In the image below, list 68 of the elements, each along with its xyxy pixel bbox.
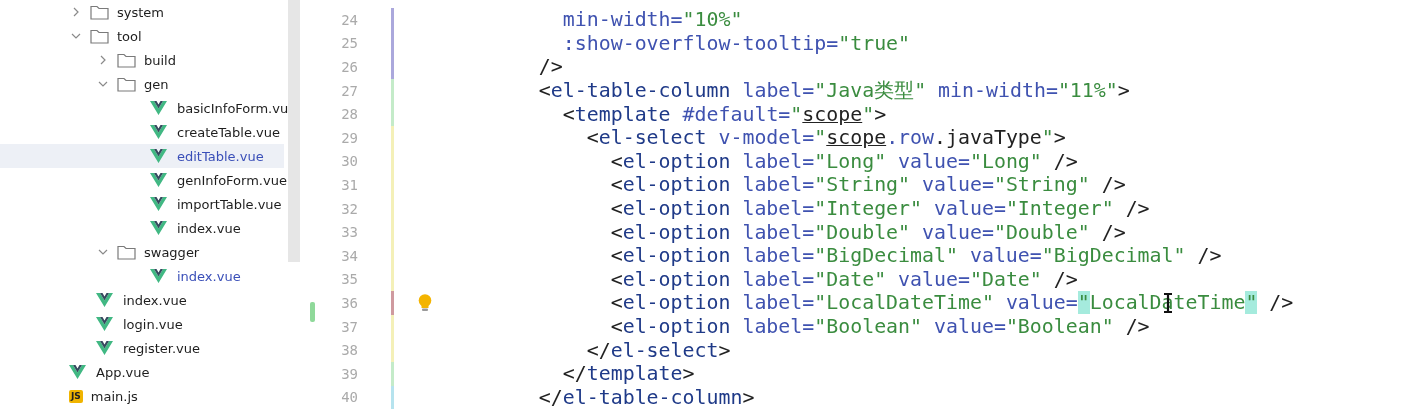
line-number: 27	[340, 82, 358, 99]
line-number: 36	[340, 294, 358, 311]
tree-item[interactable]: JS main.js	[0, 384, 284, 408]
folder-icon	[90, 28, 109, 44]
vue-file-icon	[96, 317, 113, 331]
code-line: </template>	[561, 362, 695, 386]
code-line: <el-option label="Long" value="Long" />	[609, 149, 1078, 173]
vue-file-icon	[69, 365, 86, 379]
line-number: 31	[340, 176, 358, 193]
folder-icon	[117, 76, 136, 92]
line-number: 29	[340, 129, 358, 146]
line-number: 33	[340, 224, 358, 241]
vue-file-icon	[150, 221, 167, 235]
code-line: </el-table-column>	[537, 385, 755, 409]
tree-item[interactable]: createTable.vue	[0, 120, 284, 144]
line-number: 35	[340, 271, 358, 288]
scroll-marker	[310, 302, 315, 322]
line-number: 40	[340, 389, 358, 406]
code-line: <el-select v-model="scope.row.javaType">	[585, 126, 1066, 150]
line-number: 25	[340, 35, 358, 52]
vue-file-icon	[96, 341, 113, 355]
code-line: <template #default="scope">	[561, 102, 887, 126]
line-number: 39	[340, 365, 358, 382]
folder-icon	[117, 52, 136, 68]
code-line: <el-option label="String" value="String" />	[609, 173, 1126, 197]
line-number: 26	[340, 59, 358, 75]
code-line: <el-table-column label="Java类型" min-width="11%">	[537, 79, 1130, 103]
js-file-icon: JS	[69, 389, 83, 403]
tree-item[interactable]: importTable.vue	[0, 192, 284, 216]
code-line: <el-option label="BigDecimal" value="BigDecimal" />	[609, 244, 1222, 268]
code-line: <el-option label="Integer" value="Integer" />	[609, 197, 1150, 221]
tree-item[interactable]: login.vue	[0, 312, 284, 336]
line-number: 24	[340, 11, 358, 28]
line-number: 30	[340, 153, 358, 170]
tree-item[interactable]: tool	[0, 24, 284, 48]
code-line: />	[537, 55, 563, 79]
tree-item[interactable]: system	[0, 0, 284, 24]
tree-item[interactable]: build	[0, 48, 284, 72]
vue-file-icon	[150, 101, 167, 115]
tree-item[interactable]: swagger	[0, 240, 284, 264]
scrollbar-thumb[interactable]	[288, 0, 300, 262]
vue-file-icon	[150, 197, 167, 211]
vue-file-icon	[150, 125, 167, 139]
tree-item[interactable]: index.vue	[0, 288, 284, 312]
line-number: 28	[340, 106, 358, 123]
tree-item[interactable]: register.vue	[0, 336, 284, 360]
tree-item[interactable]: editTable.vue	[0, 144, 284, 168]
code-line: <el-option label="Double" value="Double" />	[609, 220, 1126, 244]
code-line: <el-option label="Boolean" value="Boolean" />	[609, 315, 1150, 338]
code-line: </el-select>	[585, 338, 731, 362]
vue-file-icon	[150, 173, 167, 187]
vue-file-icon	[150, 149, 167, 163]
tree-item[interactable]: App.vue	[0, 360, 284, 384]
tree-item[interactable]: index.vue	[0, 264, 284, 288]
tree-item[interactable]: gen	[0, 72, 284, 96]
line-number: 38	[340, 342, 358, 359]
code-line: :show-overflow-tooltip="true"	[561, 31, 911, 55]
lightbulb-icon[interactable]	[417, 293, 432, 312]
vue-file-icon	[96, 293, 113, 307]
line-number: 32	[340, 200, 358, 217]
code-line: min-width="10%"	[561, 8, 743, 32]
vue-file-icon	[150, 269, 167, 283]
folder-icon	[117, 244, 136, 260]
tree-item[interactable]: index.vue	[0, 216, 284, 240]
line-number: 37	[340, 318, 358, 335]
line-number: 34	[340, 247, 358, 264]
code-line: <el-option label="Date" value="Date" />	[609, 267, 1078, 291]
folder-icon	[90, 4, 109, 20]
